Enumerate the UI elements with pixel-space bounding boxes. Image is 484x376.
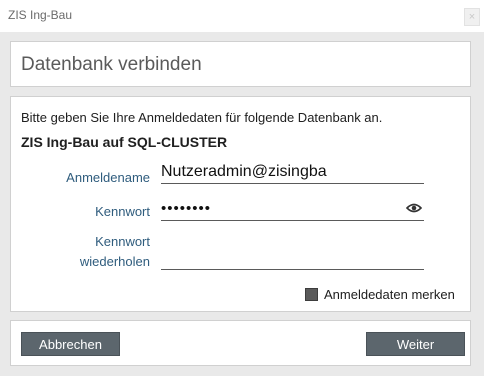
remember-checkbox[interactable]: Anmeldedaten merken xyxy=(305,287,455,302)
password-label: Kennwort xyxy=(95,204,150,219)
password-repeat-label: Kennwort wiederholen xyxy=(11,234,150,269)
close-icon[interactable]: × xyxy=(464,8,480,26)
page-title: Datenbank verbinden xyxy=(21,54,202,75)
password-value: •••••••• xyxy=(161,200,212,217)
window-title: ZIS Ing-Bau xyxy=(8,8,73,22)
checkbox-icon[interactable] xyxy=(305,288,318,301)
title-bar: ZIS Ing-Bau × xyxy=(0,0,484,32)
password-repeat-field[interactable] xyxy=(161,247,424,270)
footer-panel: Abbrechen Weiter xyxy=(10,320,471,366)
login-form: Bitte geben Sie Ihre Anmeldedaten für fo… xyxy=(10,96,471,312)
username-label: Anmeldename xyxy=(66,170,150,185)
cancel-button[interactable]: Abbrechen xyxy=(21,332,120,356)
password-repeat-label-line2: wiederholen xyxy=(79,254,150,269)
instruction-text: Bitte geben Sie Ihre Anmeldedaten für fo… xyxy=(21,110,383,125)
username-field[interactable]: Nutzeradmin@zisingba xyxy=(161,161,424,184)
password-repeat-label-line1: Kennwort xyxy=(95,234,150,249)
database-name: ZIS Ing-Bau auf SQL-CLUSTER xyxy=(21,134,228,150)
show-password-icon[interactable] xyxy=(406,202,422,214)
next-button[interactable]: Weiter xyxy=(366,332,465,356)
header-panel: Datenbank verbinden xyxy=(10,41,471,87)
password-field[interactable]: •••••••• xyxy=(161,198,424,221)
remember-label: Anmeldedaten merken xyxy=(324,287,455,302)
